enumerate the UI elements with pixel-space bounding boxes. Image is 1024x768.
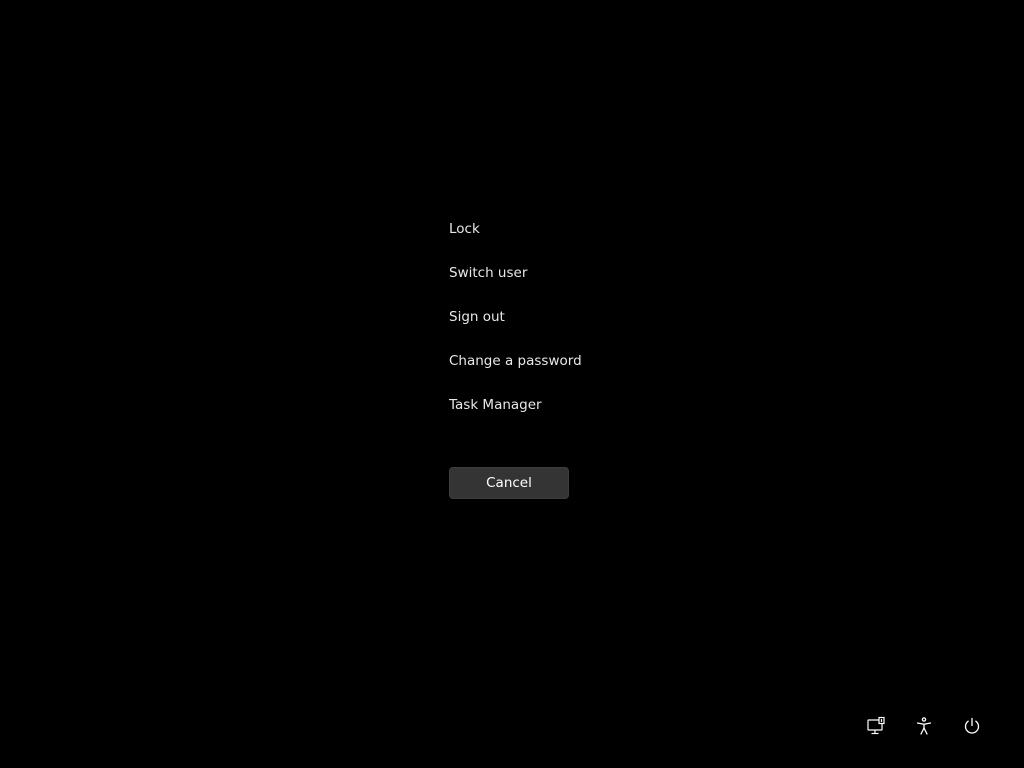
change-password-option[interactable]: Change a password (449, 350, 649, 372)
network-icon (866, 716, 886, 736)
security-options-menu: Lock Switch user Sign out Change a passw… (449, 218, 649, 438)
accessibility-button[interactable] (908, 710, 940, 742)
task-manager-option[interactable]: Task Manager (449, 394, 649, 416)
accessibility-icon (914, 716, 934, 736)
sign-out-option[interactable]: Sign out (449, 306, 649, 328)
lock-option[interactable]: Lock (449, 218, 649, 240)
switch-user-option[interactable]: Switch user (449, 262, 649, 284)
security-options-screen: Lock Switch user Sign out Change a passw… (0, 0, 1024, 768)
cancel-button[interactable]: Cancel (449, 467, 569, 499)
network-button[interactable] (860, 710, 892, 742)
power-button[interactable] (956, 710, 988, 742)
power-icon (962, 716, 982, 736)
